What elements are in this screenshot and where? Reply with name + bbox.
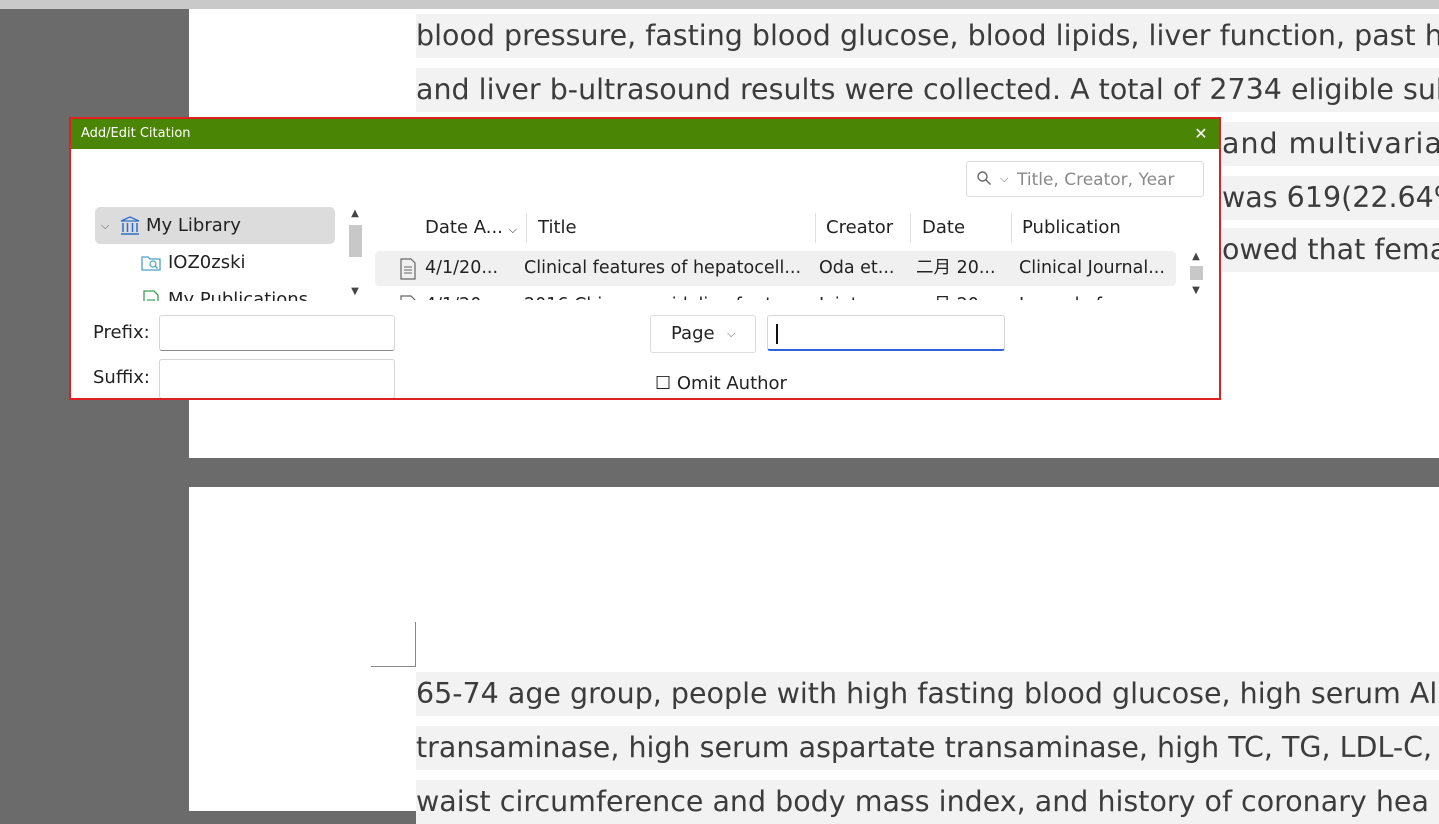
chevron-down-icon: ⌵ <box>727 327 736 340</box>
locator-type-dropdown[interactable]: Page ⌵ <box>650 315 756 353</box>
cell-title: 2016 Chinese guideline for t... <box>524 288 802 300</box>
tree-scrollbar[interactable]: ▲ ▼ <box>347 207 363 301</box>
doc-text-line: waist circumference and body mass index,… <box>416 780 1439 824</box>
column-divider[interactable] <box>526 213 527 243</box>
library-icon <box>120 216 140 235</box>
cell-title: Clinical features of hepatocell... <box>524 258 802 278</box>
page-gap <box>189 458 1439 487</box>
search-input[interactable] <box>1015 168 1199 192</box>
tree-item-saved-search[interactable]: IOZ0zski <box>95 244 335 281</box>
column-divider[interactable] <box>910 213 911 243</box>
tree-item-label: My Publications <box>168 289 309 301</box>
document-icon <box>400 258 416 280</box>
search-box[interactable]: ⌵ <box>966 161 1204 197</box>
suffix-field[interactable] <box>159 359 395 398</box>
column-divider[interactable] <box>1011 213 1012 243</box>
column-header-date[interactable]: Date <box>922 211 965 245</box>
doc-text-line: blood pressure, fasting blood glucose, b… <box>416 14 1439 58</box>
table-row[interactable]: 4/1/20... Clinical features of hepatocel… <box>375 251 1176 286</box>
doc-text-line: was 619(22.64%) <box>1222 176 1439 220</box>
window-top-strip <box>0 0 1439 9</box>
add-edit-citation-dialog: Add/Edit Citation ✕ ⌵ ⌵ My Library <box>69 117 1221 400</box>
scroll-up-icon[interactable]: ▲ <box>1188 250 1204 264</box>
item-list: 4/1/20... Clinical features of hepatocel… <box>365 250 1188 300</box>
cell-date-added: 4/1/20... <box>425 258 499 278</box>
close-icon[interactable]: ✕ <box>1191 119 1211 149</box>
chevron-down-icon[interactable]: ⌵ <box>1000 172 1008 186</box>
dialog-titlebar: Add/Edit Citation ✕ <box>71 119 1219 149</box>
omit-author-label: Omit Author <box>676 373 787 394</box>
tree-item-label: IOZ0zski <box>168 252 246 273</box>
checkbox-icon[interactable]: ☐ <box>655 373 671 394</box>
locator-field[interactable] <box>767 315 1005 351</box>
cell-date-added: 4/1/20... <box>425 288 507 300</box>
prefix-field[interactable] <box>159 315 395 351</box>
tree-item-my-publications[interactable]: My Publications <box>95 281 335 301</box>
publications-icon <box>143 290 159 301</box>
cell-publication: Clinical Journal... <box>1019 258 1165 278</box>
search-icon[interactable] <box>977 171 991 185</box>
prefix-label: Prefix: <box>93 322 150 343</box>
text-caret <box>776 324 778 344</box>
scroll-up-icon[interactable]: ▲ <box>347 207 363 221</box>
omit-author-checkbox[interactable]: ☐ Omit Author <box>655 373 787 394</box>
cell-date: 二月 20... <box>916 258 996 278</box>
tree-item-label: My Library <box>146 215 241 236</box>
column-header-title[interactable]: Title <box>538 211 577 245</box>
cell-creator: Oda et... <box>819 258 895 278</box>
doc-text-line: 65-74 age group, people with high fastin… <box>416 672 1439 716</box>
scroll-down-icon[interactable]: ▼ <box>1188 284 1204 298</box>
locator-type-label: Page <box>671 323 715 344</box>
list-scrollbar[interactable]: ▲ ▼ <box>1188 250 1204 300</box>
column-header-creator[interactable]: Creator <box>826 211 893 245</box>
sort-chevron-icon: ⌵ <box>508 223 517 236</box>
dialog-title: Add/Edit Citation <box>81 126 191 141</box>
tree-item-my-library[interactable]: ⌵ My Library <box>95 207 335 244</box>
column-header-label: Date A... <box>425 217 503 238</box>
doc-text-line: and multivaria <box>1222 122 1439 166</box>
cell-date: 一月 20... <box>916 288 996 300</box>
scroll-thumb[interactable] <box>1190 266 1203 280</box>
document-icon <box>400 295 416 300</box>
chevron-down-icon[interactable]: ⌵ <box>101 207 109 244</box>
cell-creator: Joint... <box>819 288 899 300</box>
scroll-down-icon[interactable]: ▼ <box>347 285 363 299</box>
table-row[interactable]: 4/1/20... 2016 Chinese guideline for t..… <box>375 288 1176 300</box>
scroll-thumb[interactable] <box>349 225 362 257</box>
page-corner-marker <box>371 622 416 667</box>
column-header-date-added[interactable]: Date A... ⌵ <box>425 211 517 245</box>
column-header-publication[interactable]: Publication <box>1022 211 1121 245</box>
cell-publication: Journal of ... <box>1019 288 1171 300</box>
collection-tree: ⌵ My Library IOZ0zski My Publications <box>95 207 365 301</box>
doc-text-line: owed that femal <box>1222 228 1439 272</box>
saved-search-icon <box>141 256 161 271</box>
doc-text-line: and liver b-ultrasound results were coll… <box>416 68 1439 112</box>
doc-text-line: transaminase, high serum aspartate trans… <box>416 726 1439 770</box>
column-divider[interactable] <box>815 213 816 243</box>
suffix-label: Suffix: <box>93 367 150 388</box>
